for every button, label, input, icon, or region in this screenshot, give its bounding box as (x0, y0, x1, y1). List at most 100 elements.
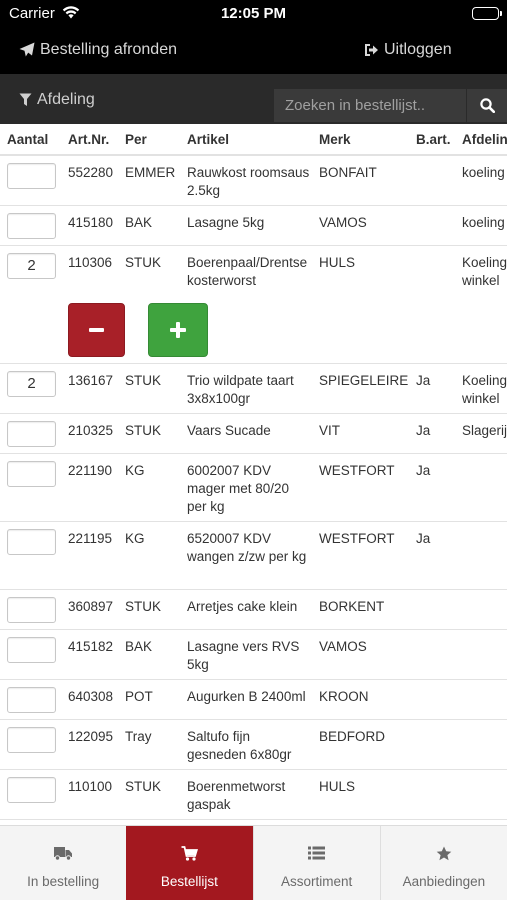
tab-label: In bestelling (27, 874, 100, 889)
tab-in-bestelling[interactable]: In bestelling (0, 826, 126, 900)
cell-per: KG (118, 521, 180, 590)
cell-merk: BEDFORD (312, 719, 409, 770)
increase-quantity-button[interactable] (148, 303, 208, 357)
cell-artikel: Augurken B 2400ml (180, 679, 312, 720)
cell-bart: Ja (409, 453, 455, 522)
cell-artnr: 415180 (61, 205, 118, 246)
department-filter-button[interactable]: Afdeling (19, 91, 95, 109)
tab-label: Aanbiedingen (402, 874, 486, 889)
cell-artnr: 552280 (61, 155, 118, 206)
quantity-input[interactable] (7, 636, 56, 663)
quantity-input[interactable] (7, 163, 56, 189)
cell-artikel: Lasagne vers RVS 5kg (180, 629, 312, 680)
table-row[interactable]: 640308 POT Augurken B 2400ml KROON (0, 679, 507, 720)
table-header-row: Aantal Art.Nr. Per Artikel Merk B.art. A… (0, 124, 507, 156)
table-row[interactable]: 552280 EMMER Rauwkost roomsaus 2.5kg BON… (0, 155, 507, 206)
cell-merk: VAMOS (312, 205, 409, 246)
cell-bart: Ja (409, 413, 455, 454)
cell-per: EMMER (118, 155, 180, 206)
table-row[interactable]: 110100 STUK Boerenmetworst gaspak HULS (0, 769, 507, 820)
quantity-input[interactable] (7, 212, 56, 239)
column-header-bart[interactable]: B.art. (409, 124, 455, 156)
cell-merk: BONFAIT (312, 155, 409, 206)
cell-merk: VIT (312, 413, 409, 454)
quantity-input[interactable] (7, 726, 56, 753)
cell-artnr: 110306 (68, 254, 113, 270)
decrease-quantity-button[interactable] (68, 303, 125, 357)
cell-bart (409, 719, 455, 770)
department-filter-label: Afdeling (37, 91, 95, 108)
table-row[interactable]: 221190 KG 6002007 KDV mager met 80/20 pe… (0, 453, 507, 522)
tab-assortiment[interactable]: Assortiment (252, 826, 380, 900)
cell-per: KG (118, 453, 180, 522)
cell-bart (409, 769, 455, 820)
table-row[interactable]: 136167 STUK Trio wildpate taart 3x8x100g… (0, 363, 507, 414)
cell-artnr: 136167 (61, 363, 118, 414)
cell-bart: Ja (409, 363, 455, 414)
cell-merk: HULS (312, 769, 409, 820)
table-row[interactable]: 221195 KG 6520007 KDV wangen z/zw per kg… (0, 521, 507, 590)
finish-order-button[interactable]: Bestelling afronden (19, 41, 177, 59)
tab-aanbiedingen[interactable]: Aanbiedingen (379, 826, 507, 900)
table-row[interactable]: 360897 STUK Arretjes cake klein BORKENT (0, 589, 507, 630)
cell-afdeling (455, 589, 507, 630)
logout-label: Uitloggen (384, 41, 452, 58)
cell-artnr: 122095 (61, 719, 118, 770)
cell-merk: WESTFORT (312, 521, 409, 590)
top-nav: Bestelling afronden Uitloggen (0, 28, 507, 74)
cell-artikel: Lasagne 5kg (180, 205, 312, 246)
cell-artnr: 415182 (61, 629, 118, 680)
cell-merk: KROON (312, 679, 409, 720)
cell-afdeling (455, 769, 507, 820)
cell-afdeling: Slagerij (455, 413, 507, 454)
column-header-aantal[interactable]: Aantal (0, 124, 61, 156)
cell-artnr: 360897 (61, 589, 118, 630)
search-button[interactable] (466, 89, 507, 122)
quantity-input[interactable] (7, 420, 56, 447)
sign-out-icon (365, 44, 378, 56)
table-row[interactable]: 122095 Tray Saltufo fijn gesneden 6x80gr… (0, 719, 507, 770)
cell-artnr: 221195 (61, 521, 118, 590)
column-header-afdeling[interactable]: Afdeling (455, 124, 507, 156)
filter-bar: Afdeling (0, 74, 507, 124)
cell-per: STUK (118, 363, 180, 414)
order-table: Aantal Art.Nr. Per Artikel Merk B.art. A… (0, 124, 507, 824)
quantity-input[interactable] (7, 686, 56, 713)
cell-bart (409, 629, 455, 680)
quantity-input[interactable] (7, 528, 56, 555)
clock: 12:05 PM (220, 5, 287, 22)
cell-per: STUK (125, 254, 162, 270)
search-input[interactable] (274, 89, 466, 122)
cell-artnr: 110100 (61, 769, 118, 820)
quantity-input[interactable] (7, 596, 56, 623)
quantity-input[interactable] (7, 460, 56, 487)
cell-afdeling (455, 629, 507, 680)
tab-bestellijst[interactable]: Bestellijst (126, 826, 253, 900)
cell-artikel: Rauwkost roomsaus 2.5kg (180, 155, 312, 206)
quantity-input[interactable] (7, 776, 56, 803)
finish-order-label: Bestelling afronden (40, 41, 177, 58)
cell-afdeling: Koeling winkel (462, 254, 507, 288)
column-header-artikel[interactable]: Artikel (180, 124, 312, 156)
cell-per: Tray (118, 719, 180, 770)
column-header-artnr[interactable]: Art.Nr. (61, 124, 118, 156)
cell-afdeling: Koeling winkel (455, 363, 507, 414)
cell-per: BAK (118, 629, 180, 680)
cell-bart (409, 245, 455, 295)
status-bar: Carrier 12:05 PM (0, 0, 507, 28)
logout-button[interactable]: Uitloggen (364, 41, 452, 59)
cell-artnr: 221190 (61, 453, 118, 522)
cell-afdeling (455, 719, 507, 770)
cell-artikel: 6002007 KDV mager met 80/20 per kg (180, 453, 312, 522)
quantity-input[interactable] (7, 370, 56, 397)
cell-afdeling (455, 521, 507, 590)
table-row[interactable]: 210325 STUK Vaars Sucade VIT Ja Slagerij (0, 413, 507, 454)
table-row[interactable]: 415182 BAK Lasagne vers RVS 5kg VAMOS (0, 629, 507, 680)
table-row[interactable]: 415180 BAK Lasagne 5kg VAMOS koeling (0, 205, 507, 246)
cell-bart (409, 205, 455, 246)
tab-label: Bestellijst (160, 874, 218, 889)
column-header-per[interactable]: Per (118, 124, 180, 156)
column-header-merk[interactable]: Merk (312, 124, 409, 156)
quantity-input[interactable] (7, 252, 56, 279)
table-row-selected[interactable]: 110306 STUK Boerenpaal/Drentse kosterwor… (0, 245, 507, 295)
